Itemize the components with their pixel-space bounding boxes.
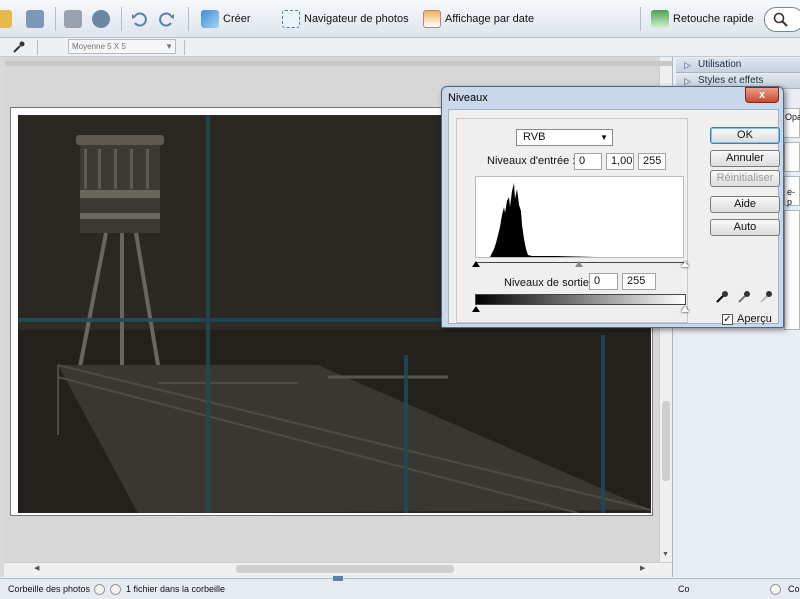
levels-dialog: Niveaux x RVB ▼ Niveaux d'entrée : 0 1,0… [441,86,784,328]
redo-icon[interactable] [158,8,176,30]
bin-nav-right-icon[interactable] [110,584,121,595]
preview-checkbox[interactable]: ✓ [722,314,733,325]
toolbar-separator [121,7,122,31]
output-black-field[interactable]: 0 [589,273,618,290]
options-separator [37,40,38,55]
main-toolbar: Créer Navigateur de photos Affichage par… [0,0,800,38]
sample-size-value: Moyenne 5 X 5 [72,42,126,51]
create-button[interactable]: Créer [201,8,251,30]
panel-nav-icon[interactable] [770,584,781,595]
output-white-field[interactable]: 255 [622,273,656,290]
histogram [475,176,684,258]
input-black-value: 0 [579,155,586,167]
date-view-button[interactable]: Affichage par date [423,8,534,30]
output-white-value: 255 [627,275,646,287]
auto-button[interactable]: Auto [710,219,780,236]
input-gamma-value: 1,00 [611,155,633,167]
input-white-field[interactable]: 255 [638,153,666,170]
full-edit-button[interactable] [764,7,800,32]
sample-size-select[interactable]: Moyenne 5 X 5 ▼ [68,39,176,54]
channel-select[interactable]: RVB ▼ [516,129,613,146]
create-label: Créer [223,13,251,25]
output-gradient-bar [475,294,686,305]
preview-label: Aperçu [737,313,772,325]
toolbar-separator [188,7,189,31]
panel-header-styles-label: Styles et effets [698,75,764,86]
expand-triangle-icon: ▷ [684,60,691,70]
output-black-value: 0 [594,275,601,287]
output-levels-label: Niveaux de sortie : [504,277,596,289]
input-white-value: 255 [643,155,662,167]
eyedropper-icon[interactable] [12,40,26,54]
ok-button[interactable]: OK [710,127,780,144]
opacity-label: Opa [785,112,800,122]
reset-button[interactable]: Réinitialiser [710,170,780,187]
status-bar: Corbeille des photos 1 fichier dans la c… [0,576,800,599]
bin-status-text: 1 fichier dans la corbeille [126,584,226,594]
input-gamma-field[interactable]: 1,00 [606,153,634,170]
horizontal-scroll-thumb[interactable] [236,565,454,573]
share-icon[interactable] [92,8,110,30]
dialog-body: RVB ▼ Niveaux d'entrée : 0 1,00 255 Nive… [448,109,780,325]
bin-nav-left-icon[interactable] [94,584,105,595]
input-gamma-slider[interactable] [575,261,583,267]
bin-toggle-handle[interactable] [333,576,343,581]
document-tab-bar [5,61,673,66]
print-icon[interactable] [64,8,82,30]
photo-bin-label[interactable]: Corbeille des photos [8,584,90,594]
close-button[interactable]: x [745,87,779,103]
scroll-down-icon[interactable]: ▼ [662,551,669,558]
vertical-scroll-thumb[interactable] [662,401,670,481]
gray-point-eyedropper-icon[interactable] [737,290,751,304]
channel-value: RVB [523,131,546,143]
save-icon[interactable] [26,8,44,30]
layer-label-box: e-p [784,176,800,207]
undo-icon[interactable] [130,8,148,30]
white-point-eyedropper-icon[interactable] [759,290,773,304]
black-point-eyedropper-icon[interactable] [715,290,729,304]
magnifier-icon [773,12,788,27]
output-black-slider[interactable] [472,306,480,312]
cancel-button[interactable]: Annuler [710,150,780,167]
input-black-field[interactable]: 0 [574,153,602,170]
date-view-label: Affichage par date [445,13,535,25]
layer-thumbnail-box [784,142,800,172]
open-icon[interactable] [0,8,12,30]
layer-partial-label: e-p [787,187,796,207]
grid-icon [282,10,300,28]
photo-navigator-label: Navigateur de photos [304,13,409,25]
quick-fix-label: Retouche rapide [673,13,754,25]
help-button[interactable]: Aide [710,196,780,213]
status-partial-text: Co [788,584,800,594]
close-icon: x [758,89,766,101]
toolbar-separator [55,7,56,31]
input-black-slider[interactable] [472,261,480,267]
options-separator [184,40,185,55]
layers-list [784,210,800,330]
chevron-down-icon: ▼ [600,133,608,142]
output-white-slider[interactable] [681,306,689,312]
options-bar: Moyenne 5 X 5 ▼ [0,38,800,57]
toolbar-separator [640,7,641,31]
chevron-down-icon: ▼ [165,42,173,51]
scroll-left-icon[interactable]: ◀ [34,564,39,572]
levels-group: RVB ▼ Niveaux d'entrée : 0 1,00 255 Nive… [456,118,689,323]
input-white-slider[interactable] [681,261,689,267]
status-partial-text-2: Co [678,584,690,594]
dialog-title: Niveaux [448,92,488,104]
panel-header-use-label: Utilisation [698,59,742,70]
calendar-icon [423,10,441,28]
create-icon [201,10,219,28]
photo-navigator-button[interactable]: Navigateur de photos [282,8,409,30]
quick-fix-button[interactable]: Retouche rapide [651,8,754,30]
input-levels-label: Niveaux d'entrée : [487,155,576,167]
scroll-right-icon[interactable]: ▶ [640,564,645,572]
quick-fix-icon [651,10,669,28]
panel-header-use[interactable]: ▷ Utilisation [676,58,800,73]
horizontal-scrollbar[interactable]: ◀ ▶ [4,562,672,575]
histogram-graph [490,183,596,257]
